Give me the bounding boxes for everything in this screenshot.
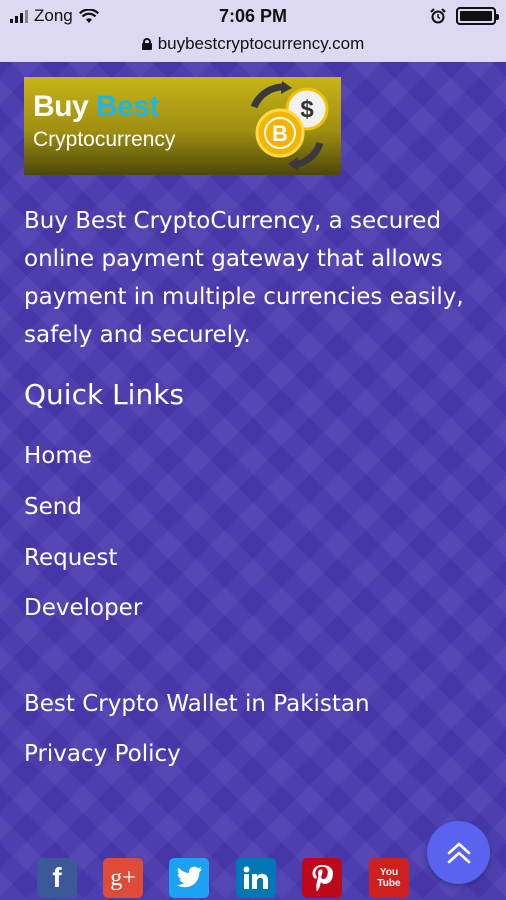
intro-text: Buy Best CryptoCurrency, a secured onlin… (24, 208, 464, 348)
linkedin-in-icon (243, 866, 268, 889)
linkedin-icon[interactable] (236, 858, 276, 898)
battery-fill (460, 11, 492, 21)
facebook-icon[interactable]: f (37, 858, 77, 898)
bitcoin-symbol: B (272, 121, 288, 146)
link-request[interactable]: Request (24, 543, 117, 573)
link-send[interactable]: Send (24, 492, 82, 522)
twitter-bird-icon (176, 866, 202, 888)
site-logo[interactable]: Buy Best Cryptocurrency $ B (24, 77, 341, 175)
link-best-crypto-wallet[interactable]: Best Crypto Wallet in Pakistan (24, 689, 370, 719)
twitter-icon[interactable] (169, 858, 209, 898)
lock-icon (141, 38, 152, 50)
logo-word-best: Best (96, 90, 160, 123)
url-text: buybestcryptocurrency.com (157, 34, 365, 53)
double-chevron-up-icon (447, 842, 470, 863)
logo-word-buy: Buy (33, 90, 97, 123)
coins-icon: $ B (250, 81, 329, 171)
scroll-to-top-button[interactable] (427, 821, 490, 884)
link-privacy-policy[interactable]: Privacy Policy (24, 739, 181, 769)
logo-line1: Buy Best (33, 90, 160, 124)
youtube-label: You Tube (377, 867, 401, 889)
status-bar: Zong 7:06 PM (0, 0, 506, 33)
link-home[interactable]: Home (24, 441, 92, 471)
quick-links-title: Quick Links (24, 378, 185, 411)
link-developer[interactable]: Developer (24, 593, 142, 623)
facebook-label: f (52, 862, 62, 893)
logo-line2: Cryptocurrency (33, 128, 176, 151)
page-content: Buy Best Cryptocurrency $ B Buy Best Cry… (0, 62, 506, 900)
dollar-symbol: $ (300, 96, 314, 123)
pinterest-p-icon (312, 865, 333, 892)
url-bar[interactable]: buybestcryptocurrency.com (0, 33, 506, 62)
pinterest-icon[interactable] (302, 858, 342, 898)
google-plus-icon[interactable]: g+ (103, 858, 143, 898)
google-plus-label: g+ (110, 864, 136, 891)
alarm-icon (430, 8, 446, 24)
status-right (430, 7, 499, 25)
battery-icon (456, 7, 499, 25)
youtube-icon[interactable]: You Tube (369, 858, 409, 898)
